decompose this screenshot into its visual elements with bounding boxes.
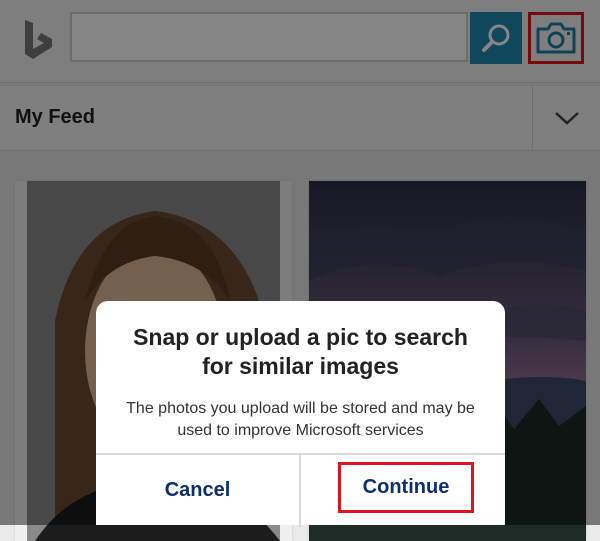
visual-search-dialog: Snap or upload a pic to search for simil… — [96, 301, 505, 527]
dialog-divider — [299, 455, 301, 527]
dialog-message: The photos you upload will be stored and… — [126, 400, 475, 439]
continue-button[interactable]: Continue — [338, 462, 474, 513]
cancel-button[interactable]: Cancel — [96, 455, 299, 525]
dialog-actions: Cancel Continue — [96, 453, 505, 527]
dialog-title: Snap or upload a pic to search for simil… — [133, 324, 468, 379]
